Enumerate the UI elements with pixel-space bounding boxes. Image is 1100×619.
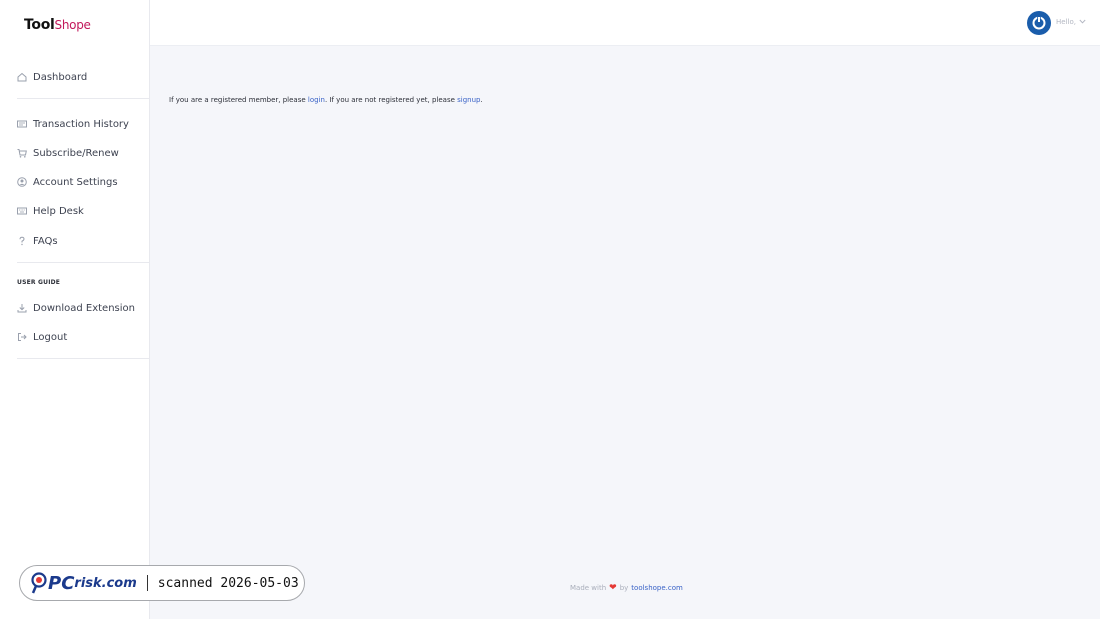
sidebar-item-label: FAQs bbox=[33, 235, 58, 247]
top-bar: Hello, bbox=[150, 0, 1100, 46]
sidebar-item-logout[interactable]: Logout bbox=[17, 328, 142, 346]
greeting-text: Hello, bbox=[1056, 18, 1076, 26]
pcrisk-logo: PC risk.com bbox=[30, 572, 137, 594]
heart-icon: ❤ bbox=[609, 583, 617, 593]
sidebar-item-label: Download Extension bbox=[33, 302, 135, 314]
sidebar-item-download-extension[interactable]: Download Extension bbox=[17, 299, 142, 317]
keyboard-icon bbox=[17, 206, 27, 216]
sidebar-item-label: Logout bbox=[33, 331, 68, 343]
sidebar-divider bbox=[17, 98, 149, 99]
user-circle-icon bbox=[17, 177, 27, 187]
cart-icon bbox=[17, 148, 27, 158]
login-message: If you are a registered member, please l… bbox=[169, 96, 483, 104]
sidebar-item-help-desk[interactable]: Help Desk bbox=[17, 202, 142, 220]
footer-site-link[interactable]: toolshope.com bbox=[631, 584, 683, 592]
id-card-icon bbox=[17, 119, 27, 129]
sidebar-divider bbox=[17, 262, 149, 263]
pcrisk-watermark: PC risk.com scanned 2026-05-03 bbox=[19, 565, 305, 601]
sidebar-item-dashboard[interactable]: Dashboard bbox=[17, 68, 142, 86]
sidebar-item-label: Dashboard bbox=[33, 71, 88, 83]
chevron-down-icon bbox=[1079, 18, 1086, 26]
magnifier-icon bbox=[31, 572, 47, 594]
sidebar-item-label: Subscribe/Renew bbox=[33, 147, 119, 159]
sidebar-item-faqs[interactable]: FAQs bbox=[17, 232, 142, 250]
sidebar-divider bbox=[17, 358, 149, 359]
toolshope-logo[interactable]: ToolShope bbox=[24, 17, 91, 39]
by-text: by bbox=[619, 584, 629, 592]
user-menu[interactable]: Hello, bbox=[1056, 18, 1086, 26]
sidebar-item-account-settings[interactable]: Account Settings bbox=[17, 173, 142, 191]
section-label-user-guide: USER GUIDE bbox=[17, 279, 61, 286]
logout-icon bbox=[17, 332, 27, 342]
question-icon bbox=[17, 236, 27, 246]
avatar[interactable] bbox=[1027, 11, 1051, 35]
sidebar-item-label: Help Desk bbox=[33, 205, 84, 217]
watermark-separator bbox=[146, 575, 148, 591]
footer: Made with ❤ by toolshope.com bbox=[570, 583, 683, 593]
sidebar: ToolShope Dashboard Transaction History … bbox=[0, 0, 150, 619]
sidebar-item-transaction-history[interactable]: Transaction History bbox=[17, 115, 142, 133]
sidebar-item-label: Account Settings bbox=[33, 176, 118, 188]
download-icon bbox=[17, 303, 27, 313]
scan-date: scanned 2026-05-03 bbox=[157, 575, 299, 591]
sidebar-item-label: Transaction History bbox=[33, 118, 129, 130]
home-icon bbox=[17, 72, 27, 82]
login-link[interactable]: login bbox=[308, 96, 325, 104]
signup-link[interactable]: signup bbox=[457, 96, 480, 104]
sidebar-item-subscribe[interactable]: Subscribe/Renew bbox=[17, 144, 142, 162]
made-with-text: Made with bbox=[570, 584, 607, 592]
power-icon bbox=[1032, 16, 1046, 30]
